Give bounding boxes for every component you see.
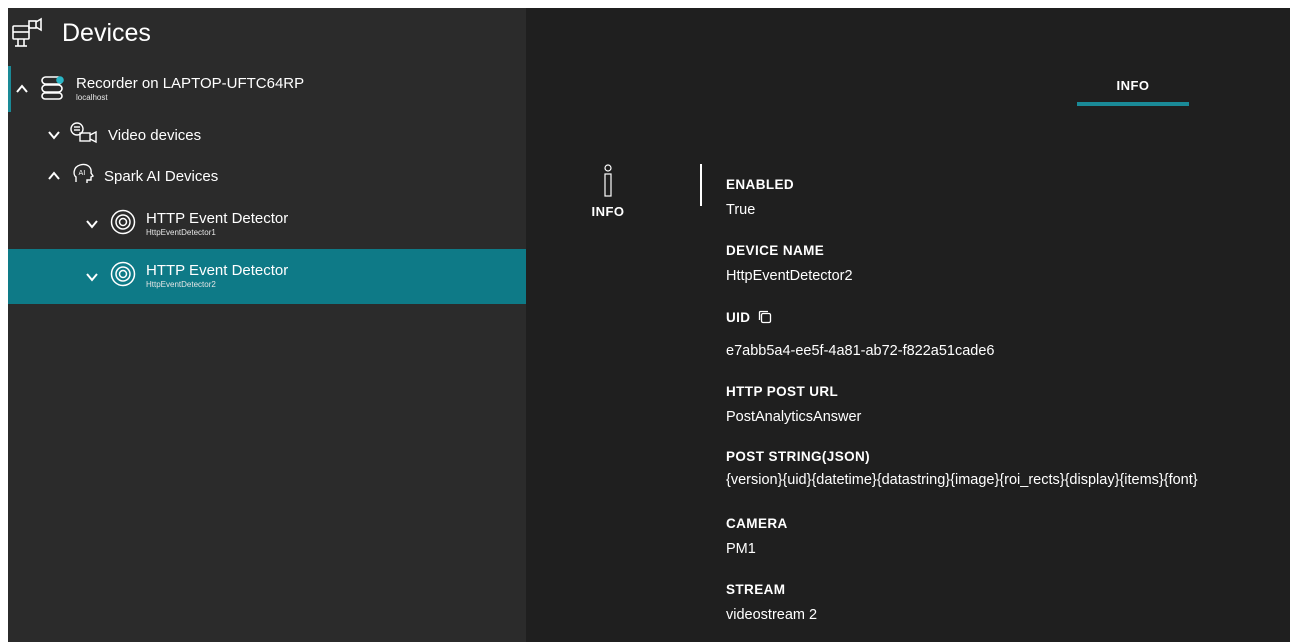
recorder-text: Recorder on LAPTOP-UFTC64RP localhost: [76, 76, 304, 102]
field-value: {version}{uid}{datetime}{datastring}{ima…: [726, 472, 1198, 488]
tree-item-spark-ai[interactable]: AI Spark AI Devices: [8, 161, 526, 191]
field-label-row: UID: [726, 307, 994, 327]
tab-underline: [1077, 102, 1189, 106]
field-label: CAMERA: [726, 515, 788, 531]
chevron-down-icon[interactable]: [84, 269, 100, 285]
panel-header: Devices: [8, 8, 526, 58]
field-stream: STREAM videostream 2: [726, 579, 817, 625]
field-label: HTTP POST URL: [726, 383, 839, 399]
chevron-down-icon[interactable]: [46, 127, 62, 143]
tree-item-recorder[interactable]: Recorder on LAPTOP-UFTC64RP localhost: [8, 66, 526, 112]
target-icon: [110, 209, 136, 240]
devices-icon: [10, 16, 44, 50]
page-title: Devices: [62, 18, 151, 47]
field-value: videostream 2: [726, 607, 818, 623]
vertical-divider: [700, 164, 702, 206]
svg-text:AI: AI: [79, 169, 86, 177]
field-value: PM1: [726, 541, 756, 557]
field-label: DEVICE NAME: [726, 242, 825, 258]
ai-head-icon: AI: [72, 163, 95, 190]
detector-2-text: HTTP Event Detector HttpEventDetector2: [146, 263, 288, 289]
chevron-up-icon[interactable]: [46, 168, 62, 184]
field-uid: UID e7abb5a4-ee5f-4a81-ab72-f822a51cade6: [726, 307, 994, 361]
field-value: e7abb5a4-ee5f-4a81-ab72-f822a51cade6: [726, 343, 995, 359]
field-http-post-url: HTTP POST URL PostAnalyticsAnswer: [726, 381, 861, 427]
field-post-string: POST STRING(JSON) {version}{uid}{datetim…: [726, 446, 1198, 490]
detector-2-label: HTTP Event Detector: [146, 262, 289, 280]
video-devices-label: Video devices: [108, 126, 202, 144]
field-label: UID: [726, 309, 751, 325]
field-enabled: ENABLED True: [726, 174, 794, 220]
recorder-host: localhost: [76, 92, 108, 102]
tab-info[interactable]: INFO: [1077, 78, 1189, 93]
field-device-name: DEVICE NAME HttpEventDetector2: [726, 240, 853, 286]
active-indicator: [8, 66, 11, 112]
detector-2-id: HttpEventDetector2: [146, 280, 216, 290]
detector-1-text: HTTP Event Detector HttpEventDetector1: [146, 211, 288, 237]
field-label: STREAM: [726, 581, 786, 597]
side-info-button[interactable]: INFO: [578, 164, 638, 219]
field-camera: CAMERA PM1: [726, 513, 788, 559]
side-info-label: INFO: [591, 204, 625, 219]
chevron-down-icon[interactable]: [84, 216, 100, 232]
chevron-up-icon[interactable]: [14, 81, 30, 97]
recorder-label: Recorder on LAPTOP-UFTC64RP: [76, 74, 305, 92]
detector-1-label: HTTP Event Detector: [146, 209, 289, 227]
target-icon: [110, 261, 136, 292]
info-panel: INFO INFO ENABLED True DEVICE NAME HttpE…: [526, 8, 1290, 642]
copy-icon[interactable]: [758, 310, 772, 324]
tree-item-detector-2[interactable]: HTTP Event Detector HttpEventDetector2: [8, 249, 526, 304]
video-devices-icon: [70, 121, 100, 149]
field-label: POST STRING(JSON): [726, 448, 871, 464]
field-value: HttpEventDetector2: [726, 268, 853, 284]
info-icon: [604, 164, 612, 197]
field-value: True: [726, 202, 756, 218]
tree-item-video-devices[interactable]: Video devices: [8, 120, 526, 150]
server-icon: [40, 74, 66, 105]
spark-ai-label: Spark AI Devices: [104, 167, 219, 185]
field-label: ENABLED: [726, 176, 795, 192]
app-window: Devices Recorder on LAPTOP-UFTC64RP loca…: [8, 8, 1290, 642]
field-value: PostAnalyticsAnswer: [726, 409, 862, 425]
tree-item-detector-1[interactable]: HTTP Event Detector HttpEventDetector1: [8, 204, 526, 244]
detector-1-id: HttpEventDetector1: [146, 227, 216, 237]
device-tree-panel: Devices Recorder on LAPTOP-UFTC64RP loca…: [8, 8, 526, 642]
